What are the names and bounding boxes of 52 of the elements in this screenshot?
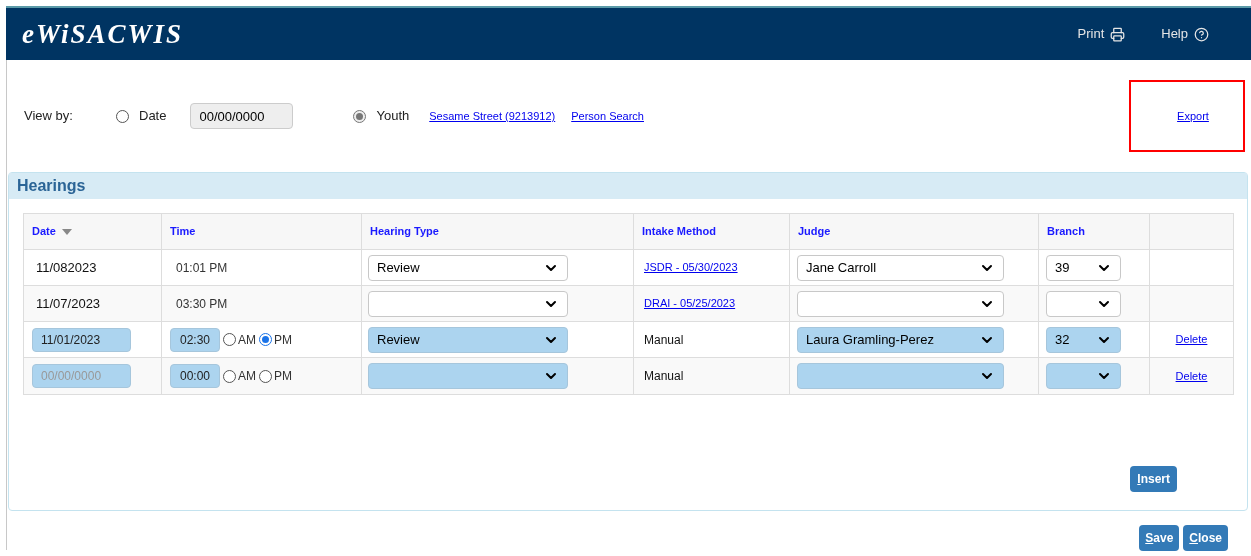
export-link[interactable]: Export [1177,107,1209,125]
radio-label: PM [274,331,292,349]
column-header[interactable]: Intake Method [634,214,790,249]
date-field[interactable]: 00/00/0000 [190,103,294,129]
branch-select[interactable]: 32 [1046,326,1121,353]
column-header[interactable]: Date [24,214,162,249]
date-text: 11/07/2023 [35,294,101,313]
radio-button[interactable] [259,369,272,383]
person-search-link[interactable]: Person Search [571,107,644,125]
column-header[interactable]: Branch [1039,214,1150,249]
delete-link[interactable]: Delete [1175,331,1208,348]
view-by-label: View by: [24,107,74,126]
delete-link[interactable]: Delete [1175,367,1208,385]
column-header[interactable]: Judge [790,214,1039,249]
radio-button[interactable] [259,333,272,346]
radio-button[interactable] [223,369,236,383]
help-link[interactable]: Help [1161,24,1209,44]
intake-method-link[interactable]: DRAI - 05/25/2023 [644,295,736,312]
radio-label: AM [238,368,256,385]
help-icon [1194,26,1209,42]
time-input[interactable]: 02:30 [170,327,220,352]
radio-label: Date [139,107,167,126]
close-button[interactable]: Close [1183,525,1228,551]
radio-button[interactable] [223,333,236,346]
date-text: 11/082023 [35,258,97,277]
intake-method-text: Manual [644,368,684,385]
hearing-type-select[interactable]: Review [368,326,568,353]
judge-select[interactable]: Jane Carroll [797,254,1004,281]
date-input[interactable]: 11/01/2023 [32,327,131,352]
radio-label: AM [238,331,256,349]
printer-icon [1110,26,1126,42]
column-header[interactable]: Hearing Type [362,214,634,249]
radio-button[interactable] [116,109,129,123]
print-link[interactable]: Print [1077,24,1126,44]
column-header[interactable]: Time [162,214,362,249]
panel-title: Hearings [17,176,86,196]
intake-method-text: Manual [644,331,684,349]
radio-label: Youth [376,107,410,126]
radio-label: PM [274,368,292,385]
sort-icon [61,228,72,235]
intake-method-link[interactable]: JSDR - 05/30/2023 [644,259,738,276]
branch-select[interactable]: 39 [1046,254,1121,281]
save-button[interactable]: Save [1139,525,1180,551]
time-input[interactable]: 00:00 [170,364,220,388]
app-logo: eWiSACWIS [22,17,184,51]
person-link[interactable]: Sesame Street (9213912) [429,107,556,125]
judge-select[interactable]: Laura Gramling-Perez [797,326,1004,353]
time-text: 03:30 PM [175,295,228,313]
radio-button[interactable] [353,109,367,123]
time-text: 01:01 PM [175,259,228,277]
insert-button[interactable]: Insert [1130,466,1177,492]
hearing-type-select[interactable]: Review [368,254,568,281]
